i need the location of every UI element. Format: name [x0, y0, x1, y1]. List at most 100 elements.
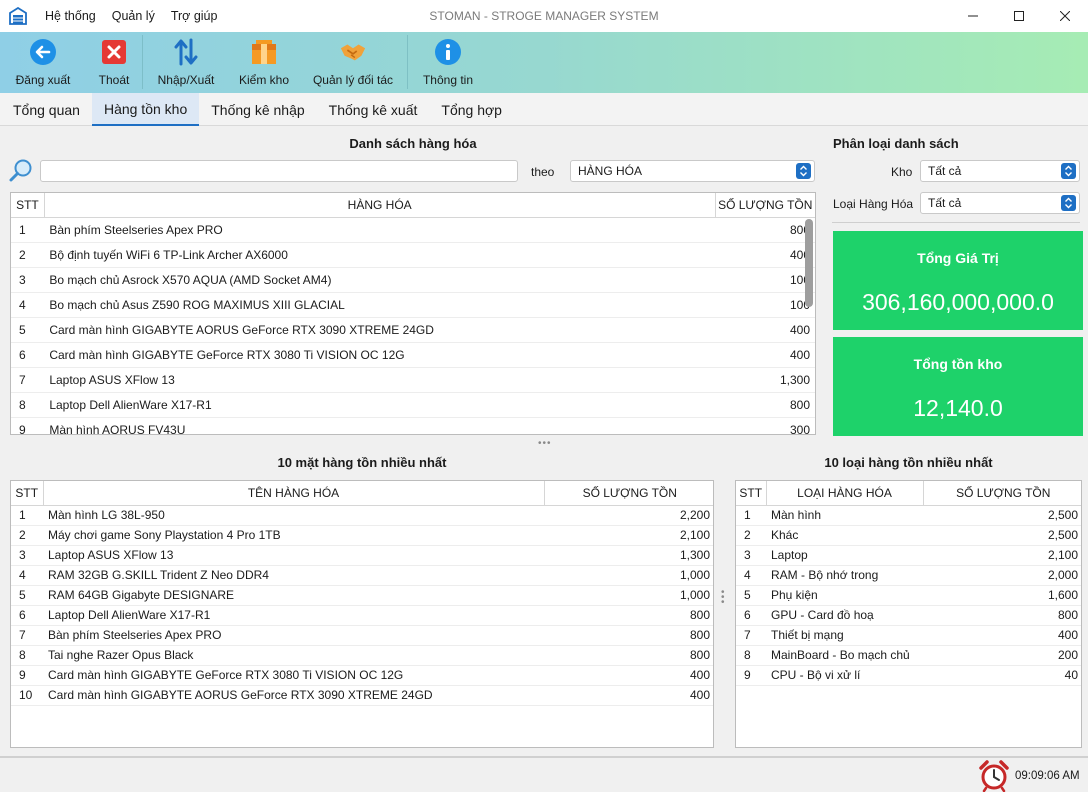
- about-label: Thông tin: [422, 73, 474, 87]
- loai-hang-hoa-select[interactable]: Tất cả: [920, 192, 1080, 214]
- chevron-updown-icon: [1061, 163, 1076, 179]
- minimize-button[interactable]: [950, 0, 996, 32]
- logout-button[interactable]: Đăng xuất: [0, 32, 86, 93]
- col-stt[interactable]: STT: [11, 193, 45, 218]
- kho-select[interactable]: Tất cả: [920, 160, 1080, 182]
- row-quantity: 200: [923, 645, 1081, 666]
- total-value: 306,160,000,000.0: [862, 289, 1054, 315]
- row-name: Card màn hình GIGABYTE AORUS GeForce RTX…: [44, 317, 715, 343]
- search-by-select[interactable]: HÀNG HÓA: [570, 160, 815, 182]
- col-so-luong-ton[interactable]: SỐ LƯỢNG TỒN: [923, 481, 1081, 506]
- row-name: Bo mạch chủ Asrock X570 AQUA (AMD Socket…: [44, 267, 715, 293]
- row-stt: 1: [11, 505, 43, 526]
- goods-row[interactable]: 9 Màn hình AORUS FV43U 300: [11, 417, 815, 434]
- row-quantity: 800: [544, 605, 713, 626]
- row-stt: 8: [11, 392, 45, 418]
- row-quantity: 300: [715, 417, 815, 434]
- row-name: Laptop ASUS XFlow 13: [43, 545, 544, 566]
- chevron-updown-icon: [1061, 195, 1076, 211]
- top-item-row[interactable]: 3 Laptop ASUS XFlow 13 1,300: [11, 545, 713, 566]
- inventory-check-button[interactable]: Kiểm kho: [229, 32, 299, 93]
- top-item-row[interactable]: 5 RAM 64GB Gigabyte DESIGNARE 1,000: [11, 585, 713, 606]
- import-export-arrows-icon: [172, 38, 200, 66]
- row-quantity: 800: [544, 645, 713, 666]
- goods-row[interactable]: 4 Bo mạch chủ Asus Z590 ROG MAXIMUS XIII …: [11, 292, 815, 318]
- tab-hang-ton-kho[interactable]: Hàng tồn kho: [91, 93, 200, 126]
- horizontal-splitter[interactable]: •••: [538, 438, 552, 449]
- top-item-row[interactable]: 2 Máy chơi game Sony Playstation 4 Pro 1T…: [11, 525, 713, 546]
- top-item-row[interactable]: 1 Màn hình LG 38L-950 2,200: [11, 505, 713, 526]
- search-icon[interactable]: [8, 158, 34, 184]
- top-category-row[interactable]: 7 Thiết bị mạng 400: [736, 625, 1081, 646]
- row-name: Card màn hình GIGABYTE AORUS GeForce RTX…: [43, 685, 544, 706]
- row-name: Laptop Dell AlienWare X17-R1: [43, 605, 544, 626]
- top-item-row[interactable]: 7 Bàn phím Steelseries Apex PRO 800: [11, 625, 713, 646]
- menu-quan-ly[interactable]: Quản lý: [104, 9, 163, 23]
- top-category-row[interactable]: 8 MainBoard - Bo mạch chủ 200: [736, 645, 1081, 666]
- close-button[interactable]: [1042, 0, 1088, 32]
- col-ten-hang-hoa[interactable]: TÊN HÀNG HÓA: [43, 481, 545, 506]
- col-stt[interactable]: STT: [11, 481, 44, 506]
- warehouse-icon[interactable]: [9, 7, 27, 25]
- goods-row[interactable]: 7 Laptop ASUS XFlow 13 1,300: [11, 367, 815, 393]
- goods-row[interactable]: 3 Bo mạch chủ Asrock X570 AQUA (AMD Socke…: [11, 267, 815, 293]
- row-stt: 5: [736, 585, 766, 606]
- goods-row[interactable]: 8 Laptop Dell AlienWare X17-R1 800: [11, 392, 815, 418]
- top-category-row[interactable]: 6 GPU - Card đồ hoạ 800: [736, 605, 1081, 626]
- top-categories-title: 10 loại hàng tồn nhiều nhất: [824, 455, 993, 470]
- row-name: Phụ kiện: [766, 585, 923, 606]
- tab-bar: Tổng quan Hàng tồn kho Thống kê nhập Thố…: [0, 93, 1088, 126]
- row-stt: 7: [736, 625, 766, 646]
- tab-tong-hop[interactable]: Tổng hợp: [429, 93, 514, 126]
- top-item-row[interactable]: 8 Tai nghe Razer Opus Black 800: [11, 645, 713, 666]
- about-button[interactable]: Thông tin: [408, 32, 488, 93]
- import-export-button[interactable]: Nhập/Xuất: [143, 32, 229, 93]
- goods-row[interactable]: 1 Bàn phím Steelseries Apex PRO 800: [11, 217, 815, 243]
- top-item-row[interactable]: 4 RAM 32GB G.SKILL Trident Z Neo DDR4 1,00…: [11, 565, 713, 586]
- row-stt: 2: [11, 525, 43, 546]
- exit-button[interactable]: Thoát: [86, 32, 142, 93]
- vertical-splitter[interactable]: • • •: [721, 588, 727, 608]
- row-stt: 4: [11, 292, 45, 318]
- row-stt: 5: [11, 585, 43, 606]
- partner-management-label: Quản lý đối tác: [312, 73, 394, 87]
- tab-thong-ke-nhap[interactable]: Thống kê nhập: [199, 93, 316, 126]
- tab-thong-ke-xuat[interactable]: Thống kê xuất: [317, 93, 430, 126]
- row-quantity: 2,200: [544, 505, 713, 526]
- col-so-luong-ton[interactable]: SỐ LƯỢNG TỒN: [544, 481, 713, 506]
- row-quantity: 2,500: [923, 525, 1081, 546]
- row-quantity: 400: [715, 342, 815, 368]
- col-so-luong-ton[interactable]: SỐ LƯỢNG TỒN: [715, 193, 815, 218]
- tab-tong-quan[interactable]: Tổng quan: [0, 93, 92, 126]
- top-item-row[interactable]: 9 Card màn hình GIGABYTE GeForce RTX 3080…: [11, 665, 713, 686]
- col-loai-hang-hoa[interactable]: LOẠI HÀNG HÓA: [766, 481, 924, 506]
- goods-row[interactable]: 2 Bộ định tuyến WiFi 6 TP-Link Archer AX6…: [11, 242, 815, 268]
- top-category-row[interactable]: 9 CPU - Bộ vi xử lí 40: [736, 665, 1081, 686]
- row-stt: 6: [11, 605, 43, 626]
- row-quantity: 1,600: [923, 585, 1081, 606]
- maximize-button[interactable]: [996, 0, 1042, 32]
- row-name: Laptop ASUS XFlow 13: [44, 367, 715, 393]
- alarm-clock-icon: [979, 760, 1009, 792]
- col-stt[interactable]: STT: [736, 481, 767, 506]
- top-category-row[interactable]: 4 RAM - Bộ nhớ trong 2,000: [736, 565, 1081, 586]
- loai-hang-hoa-label: Loại Hàng Hóa: [833, 197, 914, 211]
- goods-table-scrollbar[interactable]: [805, 219, 813, 307]
- search-input[interactable]: [40, 160, 518, 182]
- top-category-row[interactable]: 5 Phụ kiện 1,600: [736, 585, 1081, 606]
- top-categories-table: STT LOẠI HÀNG HÓA SỐ LƯỢNG TỒN 1 Màn hình…: [735, 480, 1082, 748]
- partner-management-button[interactable]: Quản lý đối tác: [299, 32, 407, 93]
- top-item-row[interactable]: 10 Card màn hình GIGABYTE AORUS GeForce R…: [11, 685, 713, 706]
- top-items-table: STT TÊN HÀNG HÓA SỐ LƯỢNG TỒN 1 Màn hình …: [10, 480, 714, 748]
- top-category-row[interactable]: 3 Laptop 2,100: [736, 545, 1081, 566]
- top-category-row[interactable]: 2 Khác 2,500: [736, 525, 1081, 546]
- col-hang-hoa[interactable]: HÀNG HÓA: [44, 193, 716, 218]
- top-category-row[interactable]: 1 Màn hình 2,500: [736, 505, 1081, 526]
- top-item-row[interactable]: 6 Laptop Dell AlienWare X17-R1 800: [11, 605, 713, 626]
- goods-row[interactable]: 5 Card màn hình GIGABYTE AORUS GeForce RT…: [11, 317, 815, 343]
- menu-he-thong[interactable]: Hệ thống: [37, 9, 104, 23]
- goods-row[interactable]: 6 Card màn hình GIGABYTE GeForce RTX 3080…: [11, 342, 815, 368]
- menu-tro-giup[interactable]: Trợ giúp: [163, 9, 226, 23]
- row-name: Màn hình: [766, 505, 923, 526]
- row-stt: 8: [736, 645, 766, 666]
